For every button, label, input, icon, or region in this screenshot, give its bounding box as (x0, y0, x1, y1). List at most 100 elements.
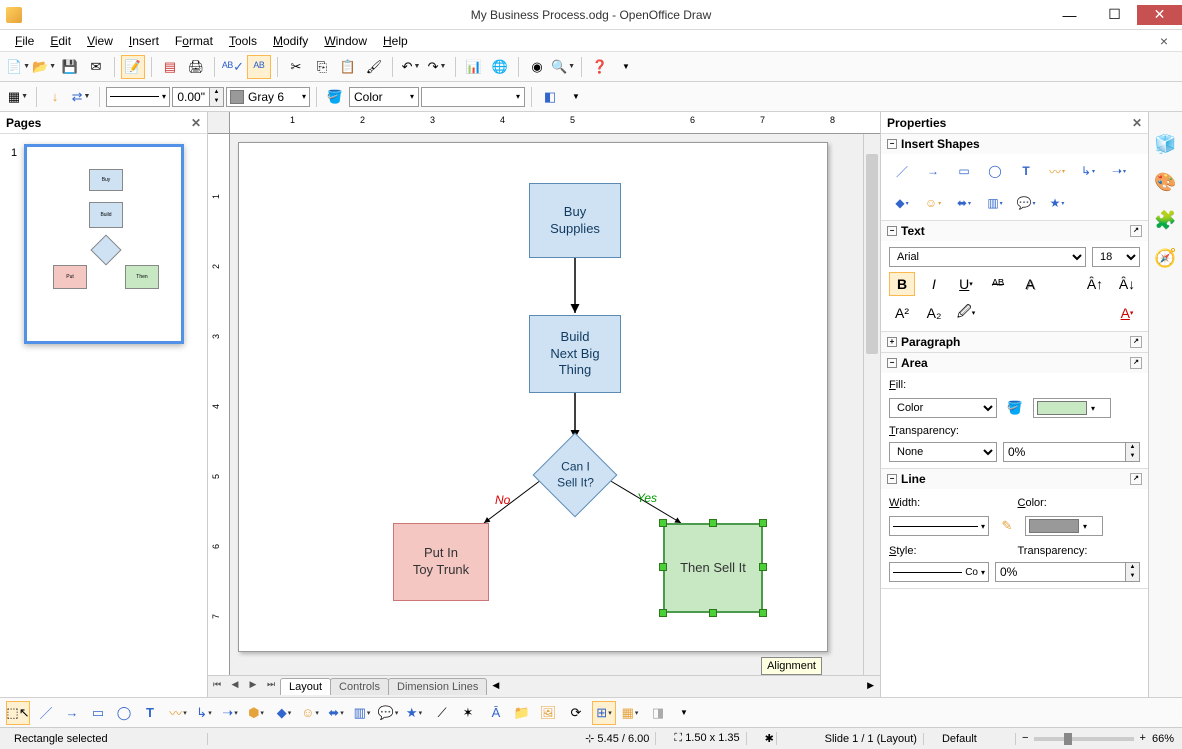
navigator-icon[interactable]: 🧭 (1154, 246, 1178, 270)
arrange-button[interactable]: ▦▼ (6, 85, 30, 109)
strikethrough-button[interactable]: ᴬᴮ (985, 272, 1011, 296)
paste-button[interactable]: 📋 (336, 55, 360, 79)
zoom-value[interactable]: 66% (1152, 733, 1174, 745)
styles-icon[interactable]: 🧩 (1154, 208, 1178, 232)
stars-tool[interactable]: ★▾ (402, 701, 426, 725)
section-toggle-area[interactable]: − (887, 358, 897, 368)
navigator-button[interactable]: ◉ (525, 55, 549, 79)
shape-symbol[interactable]: ☺▾ (920, 192, 946, 214)
line-transparency-spinner[interactable]: 0%▲▼ (995, 562, 1140, 582)
format-paintbrush-button[interactable]: 🖌 (362, 55, 386, 79)
menu-insert[interactable]: Insert (122, 32, 166, 50)
shape-ellipse[interactable]: ◯ (982, 160, 1008, 182)
arrow-tool[interactable]: → (60, 701, 84, 725)
callouts-tool[interactable]: 💬▾ (376, 701, 400, 725)
zoom-slider[interactable]: − + (1034, 737, 1134, 741)
shape-blockarrow[interactable]: ⬌▾ (951, 192, 977, 214)
tab-last[interactable]: ⏭ (263, 679, 279, 695)
italic-button[interactable]: I (921, 272, 947, 296)
shape-buy-supplies[interactable]: Buy Supplies (529, 183, 621, 258)
horizontal-scrollbar[interactable]: ◀ ▶ (492, 680, 874, 694)
line-style-select-2[interactable]: Co▾ (889, 562, 989, 582)
toolbar-options[interactable]: ▼ (614, 55, 638, 79)
shape-then-sell-it[interactable]: Then Sell It (663, 523, 763, 613)
section-toggle-text[interactable]: − (887, 226, 897, 236)
vertical-ruler[interactable]: 1234567 (208, 134, 230, 675)
fill-bucket-button[interactable]: 🪣 (1003, 396, 1027, 420)
shadow-button[interactable]: ◧ (538, 85, 562, 109)
section-toggle-shapes[interactable]: − (887, 139, 897, 149)
shape-text[interactable]: T (1013, 160, 1039, 182)
curve-tool[interactable]: 〰▾ (166, 701, 190, 725)
shadow-text-button[interactable]: A (1017, 272, 1043, 296)
superscript-button[interactable]: A² (889, 301, 915, 325)
copy-button[interactable]: ⎘ (310, 55, 334, 79)
autospell-button[interactable]: ᴬᴮ (247, 55, 271, 79)
tab-controls[interactable]: Controls (330, 678, 389, 695)
shape-line[interactable]: ／ (889, 160, 915, 182)
page-thumbnail-1[interactable]: 1 Buy Build Put Then (24, 144, 184, 344)
line-width-select[interactable]: ▾ (889, 516, 989, 536)
menu-modify[interactable]: Modify (266, 32, 315, 50)
subscript-button[interactable]: A₂ (921, 301, 947, 325)
increase-font-button[interactable]: Ȃ↑ (1082, 272, 1108, 296)
area-button[interactable]: 🪣 (323, 85, 347, 109)
gallery-tool[interactable]: 🖼 (536, 701, 560, 725)
underline-button[interactable]: U▾ (953, 272, 979, 296)
hyperlink-button[interactable]: 🌐 (488, 55, 512, 79)
section-toggle-paragraph[interactable]: + (887, 337, 897, 347)
shape-lines-arrows[interactable]: ➝▾ (1106, 160, 1132, 182)
spellcheck-button[interactable]: ᴬᴮ✓ (221, 55, 245, 79)
new-button[interactable]: 📄▼ (6, 55, 30, 79)
tab-prev[interactable]: ◀ (227, 679, 243, 695)
toolbar-bottom-options[interactable]: ▼ (672, 701, 696, 725)
alignment-tool[interactable]: ⊞▾ (592, 701, 616, 725)
pdf-button[interactable]: ▤ (158, 55, 182, 79)
shape-connector[interactable]: ↳▾ (1075, 160, 1101, 182)
zoom-button[interactable]: 🔍▼ (551, 55, 575, 79)
menu-help[interactable]: Help (376, 32, 415, 50)
points-tool[interactable]: ⟋ (430, 701, 454, 725)
menu-format[interactable]: Format (168, 32, 220, 50)
tab-next[interactable]: ▶ (245, 679, 261, 695)
save-button[interactable]: 💾 (58, 55, 82, 79)
menu-edit[interactable]: Edit (43, 32, 78, 50)
gallery-icon[interactable]: 🎨 (1154, 170, 1178, 194)
help-button[interactable]: ❓ (588, 55, 612, 79)
from-file-tool[interactable]: 📁 (510, 701, 534, 725)
shape-flowchart[interactable]: ▥▾ (982, 192, 1008, 214)
gluepoints-tool[interactable]: ✶ (456, 701, 480, 725)
close-button[interactable]: ✕ (1137, 5, 1182, 25)
undo-button[interactable]: ↶▼ (399, 55, 423, 79)
print-button[interactable]: 🖨 (184, 55, 208, 79)
flowcharts-tool[interactable]: ▥▾ (350, 701, 374, 725)
shape-build-next-big-thing[interactable]: Build Next Big Thing (529, 315, 621, 393)
symbolshapes-tool[interactable]: ☺▾ (298, 701, 322, 725)
connector-tool[interactable]: ↳▾ (192, 701, 216, 725)
properties-icon[interactable]: 🧊 (1154, 132, 1178, 156)
font-color-button[interactable]: A▾ (1114, 301, 1140, 325)
menu-tools[interactable]: Tools (222, 32, 264, 50)
arrow-style-button[interactable]: ⇄▼ (69, 85, 93, 109)
text-tool[interactable]: T (138, 701, 162, 725)
menu-file[interactable]: File (8, 32, 41, 50)
email-button[interactable]: ✉ (84, 55, 108, 79)
line-color-select-2[interactable]: ▾ (1025, 516, 1103, 536)
line-more[interactable]: ↗ (1130, 473, 1142, 485)
line-end-style-button[interactable]: ↓ (43, 85, 67, 109)
rotate-tool[interactable]: ⟳ (564, 701, 588, 725)
menu-view[interactable]: View (80, 32, 120, 50)
ellipse-tool[interactable]: ◯ (112, 701, 136, 725)
redo-button[interactable]: ↷▼ (425, 55, 449, 79)
pages-panel-close[interactable]: ✕ (191, 116, 201, 130)
font-size-select[interactable]: 18 (1092, 247, 1140, 267)
tab-first[interactable]: ⏮ (209, 679, 225, 695)
arrange-tool-2[interactable]: ▦▾ (618, 701, 642, 725)
document-close-button[interactable]: × (1154, 33, 1174, 49)
blockarrows-tool[interactable]: ⬌▾ (324, 701, 348, 725)
line-color-select[interactable]: Gray 6 ▾ (226, 87, 310, 107)
edit-file-button[interactable]: 📝 (121, 55, 145, 79)
vertical-scrollbar[interactable] (863, 134, 880, 675)
rect-tool[interactable]: ▭ (86, 701, 110, 725)
line-tool[interactable]: ／ (34, 701, 58, 725)
